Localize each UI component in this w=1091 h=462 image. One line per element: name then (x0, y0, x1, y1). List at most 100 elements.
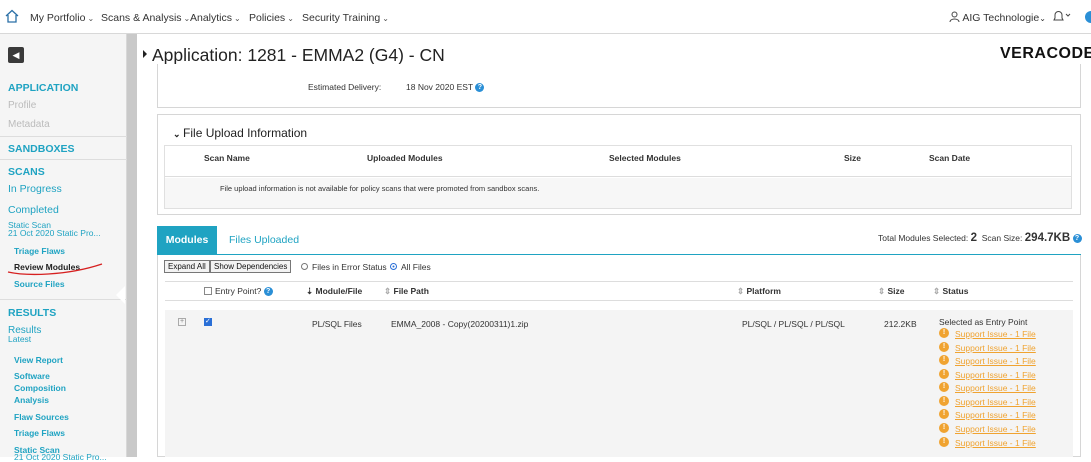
col-status[interactable]: ⇕ Status (933, 286, 968, 297)
cell-platform: PL/SQL / PL/SQL / PL/SQL (742, 319, 845, 329)
sort-icon: ⇕ (384, 286, 392, 296)
warning-icon: ! (939, 382, 949, 392)
sidebar-item-latest[interactable]: Latest (8, 335, 31, 344)
chevron-down-icon: ⌄ (234, 14, 241, 23)
support-issue-link[interactable]: Support Issue - 1 File (955, 438, 1036, 448)
warning-icon: ! (939, 328, 949, 338)
warning-icon: ! (939, 355, 949, 365)
sidebar-item-static-scan-2-date[interactable]: 21 Oct 2020 Static Pro... (14, 453, 107, 462)
support-issue-link[interactable]: Support Issue - 1 File (955, 370, 1036, 380)
sidebar-item-profile[interactable]: Profile (8, 100, 36, 111)
collapse-sidebar-button[interactable]: ◀ (8, 47, 24, 63)
nav-policies[interactable]: Policies ⌄ (249, 12, 294, 24)
veracode-logo: VERACODE (1000, 45, 1091, 62)
col-uploaded-modules: Uploaded Modules (367, 153, 443, 163)
file-upload-message: File upload information is not available… (220, 184, 540, 193)
col-file-path[interactable]: ⇕ File Path (384, 286, 429, 297)
sidebar-item-flaw-sources[interactable]: Flaw Sources (14, 412, 69, 422)
sidebar-item-sca-line2[interactable]: Composition (14, 383, 66, 393)
col-size: Size (844, 153, 862, 163)
col-platform[interactable]: ⇕ Platform (737, 286, 781, 297)
sidebar-item-triage-flaws[interactable]: Triage Flaws (14, 246, 65, 256)
sort-icon: ⇕ (933, 286, 941, 296)
sidebar-scrollbar-thumb[interactable] (127, 34, 137, 457)
chevron-down-icon: ⌄ (173, 129, 184, 139)
entry-point-select-all-checkbox[interactable] (204, 287, 212, 295)
col-scan-date: Scan Date (929, 153, 971, 163)
sidebar-item-view-report[interactable]: View Report (14, 355, 63, 365)
support-issue-link[interactable]: Support Issue - 1 File (955, 343, 1036, 353)
sidebar: ◀ APPLICATION Profile Metadata SANDBOXES… (0, 34, 127, 462)
support-issue-link[interactable]: Support Issue - 1 File (955, 383, 1036, 393)
col-scan-name: Scan Name (204, 153, 250, 163)
top-navigation-bar: My Portfolio ⌄ Scans & Analysis ⌄ Analytic… (0, 0, 1091, 34)
info-icon[interactable]: ? (1072, 234, 1082, 244)
sidebar-heading-scans: SCANS (8, 166, 45, 178)
sidebar-item-completed[interactable]: Completed (8, 204, 59, 216)
divider (0, 136, 127, 137)
sort-desc-icon: ⇣ (306, 286, 314, 296)
sidebar-pointer (116, 286, 125, 304)
sidebar-heading-sandboxes[interactable]: SANDBOXES (8, 143, 75, 155)
nav-analytics[interactable]: Analytics ⌄ (190, 12, 241, 24)
col-selected-modules: Selected Modules (609, 153, 681, 163)
show-dependencies-button[interactable]: Show Dependencies (210, 260, 292, 273)
nav-security-training[interactable]: Security Training ⌄ (302, 12, 389, 24)
expand-all-button[interactable]: Expand All (164, 260, 210, 273)
support-issue-link[interactable]: Support Issue - 1 File (955, 356, 1036, 366)
col-entry-point[interactable]: Entry Point? ? (215, 286, 273, 297)
support-issue-link[interactable]: Support Issue - 1 File (955, 397, 1036, 407)
divider (0, 299, 127, 300)
warning-icon: ! (939, 423, 949, 433)
support-issue-link[interactable]: Support Issue - 1 File (955, 329, 1036, 339)
home-icon[interactable] (5, 9, 19, 23)
sidebar-item-in-progress[interactable]: In Progress (8, 183, 62, 195)
sort-icon: ⇕ (878, 286, 886, 296)
sidebar-item-static-scan-date[interactable]: 21 Oct 2020 Static Pro... (8, 229, 101, 238)
page-title: Application: 1281 - EMMA2 (G4) - CN (152, 45, 445, 65)
warning-icon: ! (939, 437, 949, 447)
scan-totals: Total Modules Selected: 2 Scan Size: 294… (878, 232, 1082, 244)
delivery-value: 18 Nov 2020 EST ? (406, 82, 485, 93)
tab-modules[interactable]: Modules (157, 226, 217, 254)
warning-icon: ! (939, 342, 949, 352)
files-in-error-radio[interactable] (301, 263, 308, 270)
all-files-radio[interactable] (390, 263, 397, 270)
sidebar-item-sca-line3[interactable]: Analysis (14, 395, 49, 405)
sidebar-item-source-files[interactable]: Source Files (14, 279, 65, 289)
user-icon (949, 11, 960, 23)
files-in-error-label: Files in Error Status (312, 262, 387, 272)
table-row[interactable] (165, 310, 1073, 457)
tab-files-uploaded[interactable]: Files Uploaded (229, 234, 299, 246)
divider (0, 159, 127, 160)
help-icon[interactable] (1085, 11, 1091, 23)
chevron-down-icon: ⌄ (1039, 14, 1046, 23)
entry-point-checkbox[interactable] (204, 317, 212, 326)
support-issue-link[interactable]: Support Issue - 1 File (955, 410, 1036, 420)
col-size[interactable]: ⇕ Size (878, 286, 905, 297)
nav-my-portfolio[interactable]: My Portfolio ⌄ (30, 12, 94, 24)
file-upload-header[interactable]: ⌄ File Upload Information (173, 126, 307, 140)
chevron-down-icon: ⌄ (287, 14, 294, 23)
sidebar-heading-results: RESULTS (8, 307, 57, 319)
all-files-label: All Files (401, 262, 431, 272)
cell-status: Selected as Entry Point (939, 317, 1028, 327)
warning-icon: ! (939, 409, 949, 419)
warning-icon: ! (939, 396, 949, 406)
bell-icon[interactable] (1052, 9, 1072, 23)
file-upload-table-body (165, 178, 1071, 208)
support-issue-link[interactable]: Support Issue - 1 File (955, 424, 1036, 434)
cell-module: PL/SQL Files (312, 319, 362, 329)
sidebar-item-triage-flaws-2[interactable]: Triage Flaws (14, 428, 65, 438)
chevron-down-icon: ⌄ (382, 14, 389, 23)
expand-row-icon[interactable]: + (178, 318, 186, 326)
sidebar-item-metadata[interactable]: Metadata (8, 119, 50, 130)
sort-icon: ⇕ (737, 286, 745, 296)
col-module-file[interactable]: ⇣ Module/File (306, 286, 362, 297)
sidebar-item-sca-line1[interactable]: Software (14, 371, 50, 381)
sidebar-heading-application[interactable]: APPLICATION (8, 82, 78, 94)
nav-scans-analysis[interactable]: Scans & Analysis ⌄ (101, 12, 190, 24)
info-icon[interactable]: ? (263, 287, 273, 297)
user-menu[interactable]: AIG Technologie⌄ (949, 11, 1046, 24)
info-icon[interactable]: ? (475, 83, 485, 93)
